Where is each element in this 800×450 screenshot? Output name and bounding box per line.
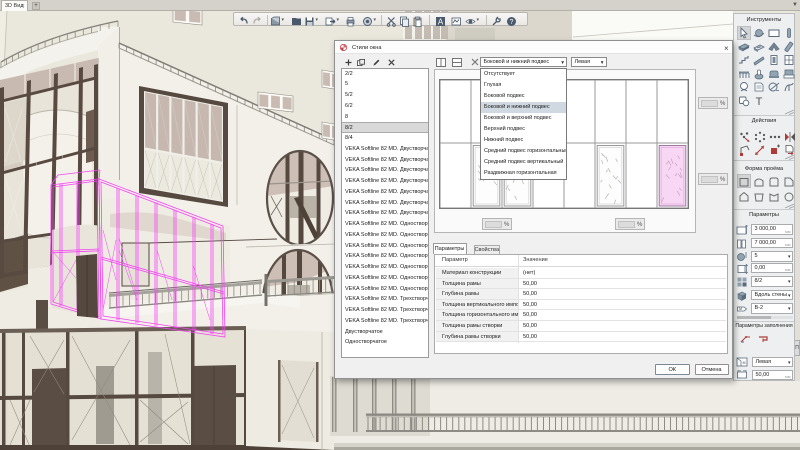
svg-text:м: м [739,306,742,311]
svg-text:м: м [742,360,745,365]
svg-text:A: A [438,17,444,26]
svg-text:T: T [756,96,763,107]
svg-text:?: ? [510,19,514,26]
